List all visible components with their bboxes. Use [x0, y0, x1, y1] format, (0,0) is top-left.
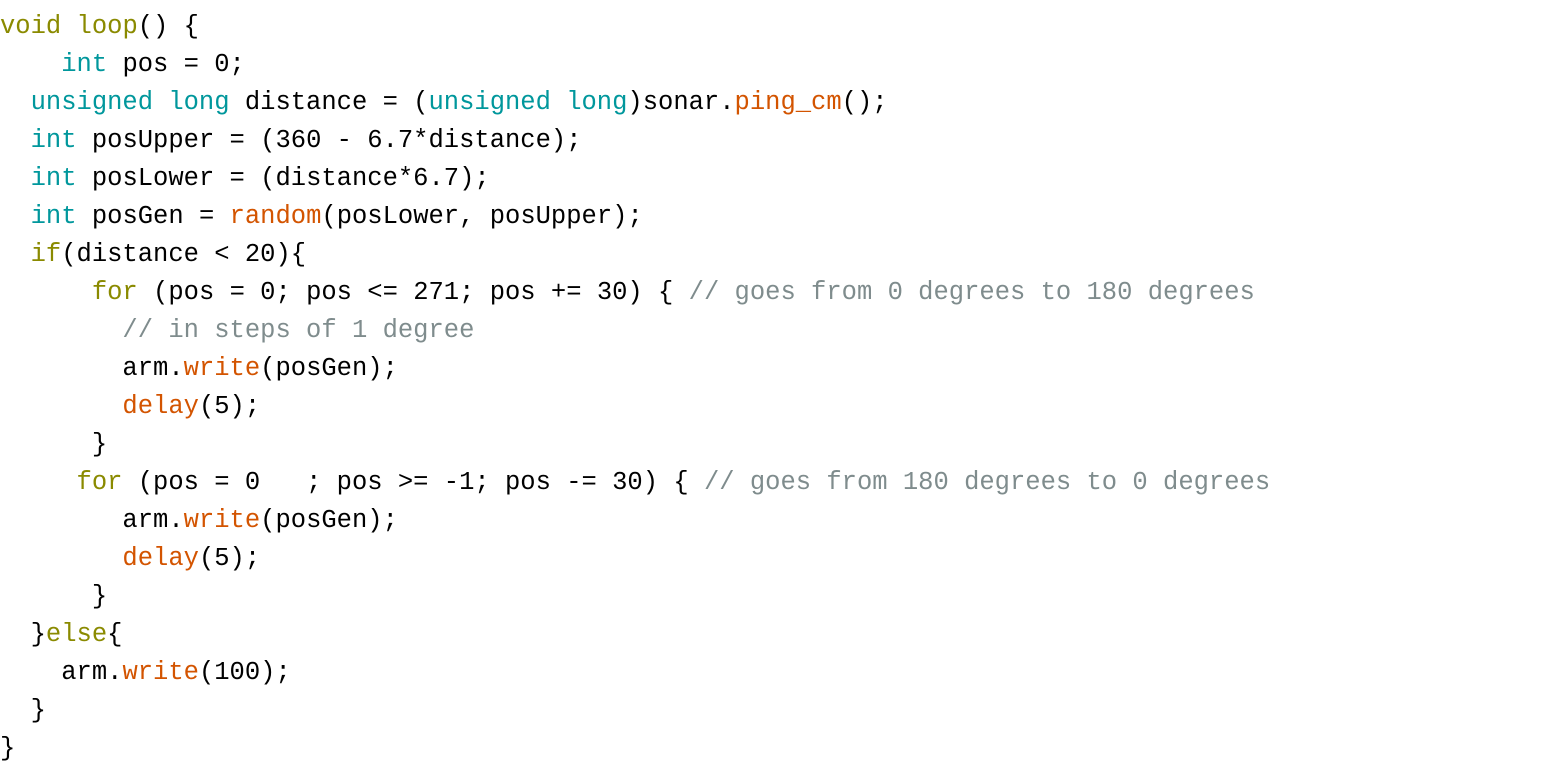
code-token-fn: write [122, 658, 199, 687]
code-token-plain: )sonar. [627, 88, 735, 117]
code-token-type: unsigned long [30, 88, 230, 117]
code-token-fn: ping_cm [734, 88, 842, 117]
code-token-kw: else [45, 620, 108, 649]
code-token-plain: (); [841, 88, 888, 117]
code-token-kw: for [76, 468, 123, 497]
code-token-plain: pos = 0; [107, 50, 245, 79]
code-token-plain: (pos = 0 ; pos >= -1; pos -= 30) { [122, 468, 704, 497]
code-editor-pane[interactable]: void loop() { int pos = 0; unsigned long… [0, 8, 1541, 763]
code-token-comment: // in steps of 1 degree [122, 316, 475, 345]
code-token-plain: } [30, 696, 46, 725]
code-token-type: int [30, 126, 77, 155]
code-token-type: int [30, 164, 77, 193]
code-token-plain: (5); [198, 544, 261, 573]
code-line[interactable]: unsigned long distance = (unsigned long)… [0, 84, 1541, 122]
code-token-type: int [30, 202, 77, 231]
code-line[interactable]: } [0, 578, 1541, 616]
code-token-type: int [61, 50, 108, 79]
code-token-plain: (posGen); [260, 354, 398, 383]
code-token-plain: posGen = [76, 202, 230, 231]
code-line[interactable]: int posLower = (distance*6.7); [0, 160, 1541, 198]
code-token-plain: (100); [198, 658, 291, 687]
code-token-fn: delay [122, 392, 199, 421]
code-line[interactable]: // in steps of 1 degree [0, 312, 1541, 350]
code-token-fn: delay [122, 544, 199, 573]
code-line[interactable]: arm.write(100); [0, 654, 1541, 692]
code-token-plain: posUpper = (360 - 6.7*distance); [76, 126, 582, 155]
code-token-kw: void [0, 12, 62, 41]
code-token-plain: } [0, 734, 16, 763]
code-token-plain: (distance < 20){ [61, 240, 307, 269]
code-token-type: unsigned long [428, 88, 628, 117]
code-token-plain: arm. [61, 658, 123, 687]
code-token-fn: write [183, 354, 261, 383]
code-line[interactable]: delay(5); [0, 540, 1541, 578]
code-line[interactable]: for (pos = 0 ; pos >= -1; pos -= 30) { /… [0, 464, 1541, 502]
code-line[interactable]: } [0, 730, 1541, 768]
code-line[interactable]: int posGen = random(posLower, posUpper); [0, 198, 1541, 236]
code-line[interactable]: } [0, 426, 1541, 464]
code-token-comment: // goes from 180 degrees to 0 degrees [703, 468, 1271, 497]
code-line[interactable]: int posUpper = (360 - 6.7*distance); [0, 122, 1541, 160]
code-token-plain: } [30, 620, 46, 649]
code-token-plain: { [107, 620, 123, 649]
code-line[interactable]: arm.write(posGen); [0, 502, 1541, 540]
code-token-comment: // goes from 0 degrees to 180 degrees [688, 278, 1255, 307]
code-line[interactable]: for (pos = 0; pos <= 271; pos += 30) { /… [0, 274, 1541, 312]
code-line[interactable]: }else{ [0, 616, 1541, 654]
code-token-plain: posLower = (distance*6.7); [76, 164, 490, 193]
code-token-plain: (posGen); [260, 506, 398, 535]
code-line[interactable]: if(distance < 20){ [0, 236, 1541, 274]
code-line[interactable]: int pos = 0; [0, 46, 1541, 84]
code-token-plain: arm. [122, 354, 184, 383]
code-token-plain: distance = ( [229, 88, 429, 117]
code-token-fn: write [183, 506, 261, 535]
code-token-plain: } [91, 430, 108, 459]
code-line[interactable]: arm.write(posGen); [0, 350, 1541, 388]
code-token-plain: } [91, 582, 108, 611]
code-line[interactable]: } [0, 692, 1541, 730]
code-token-plain: arm. [122, 506, 184, 535]
code-token-plain: (5); [198, 392, 261, 421]
code-line[interactable]: delay(5); [0, 388, 1541, 426]
code-token-plain: (pos = 0; pos <= 271; pos += 30) { [137, 278, 689, 307]
code-token-fn: random [229, 202, 322, 231]
code-token-plain: (posLower, posUpper); [321, 202, 643, 231]
code-line[interactable]: void loop() { [0, 8, 1541, 46]
code-token-kw: loop [76, 12, 138, 41]
code-token-plain: () { [137, 12, 199, 41]
code-token-kw: if [30, 240, 62, 269]
code-token-kw: for [91, 278, 138, 307]
